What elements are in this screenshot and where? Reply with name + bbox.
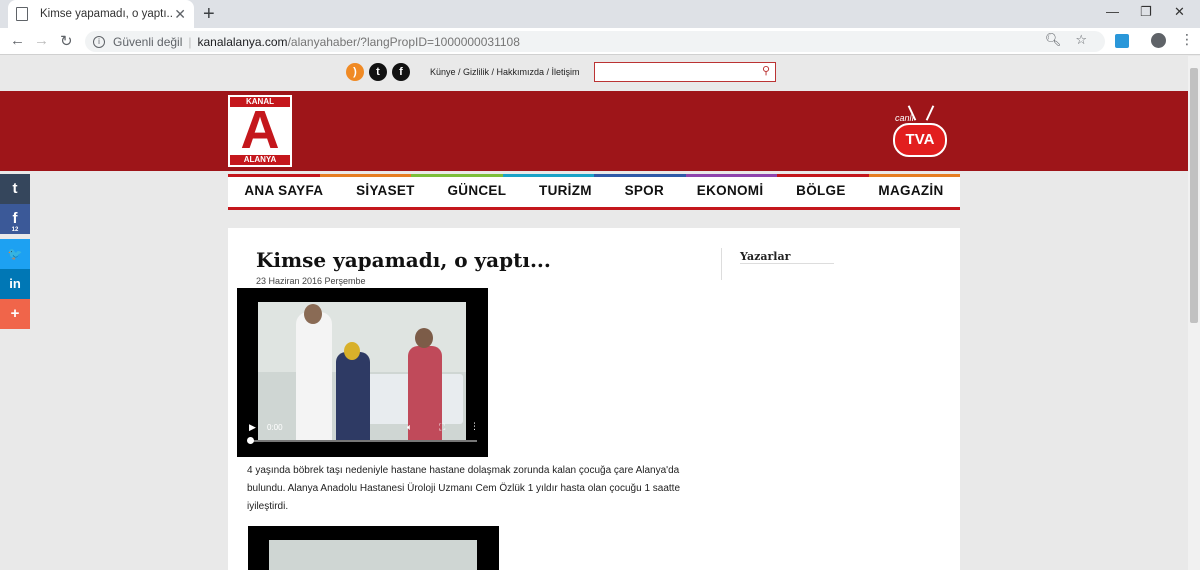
share-facebook-button[interactable]: f 12 [0,204,30,234]
new-tab-icon[interactable]: + [203,3,215,26]
browser-toolbar: ← → ↻ i Güvenli değil | kanalalanya.com … [0,28,1200,55]
page-scrollbar[interactable] [1188,56,1200,570]
logo-kanal: KANAL [230,97,290,107]
star-icon[interactable]: ☆ [1075,32,1087,48]
video-progress-bar[interactable] [249,440,477,442]
tv-label: TVA [893,123,947,157]
video-frame-2 [269,540,477,570]
nav-color-stripe [777,174,869,177]
url-host: kanalalanya.com [197,34,288,49]
web-page: ) t f Künye / Gizlilik / Hakkımızda / İl… [0,56,1188,570]
tab-title: Kimse yapamadı, o yaptı... [40,8,175,20]
video-time: 0:00 [267,423,283,432]
maximize-icon[interactable]: ❐ [1140,4,1152,20]
video-menu-icon[interactable]: ⋮ [470,421,479,432]
fullscreen-icon[interactable]: ⛶ [439,422,445,433]
nav-color-stripe [594,174,686,177]
back-icon[interactable]: ← [10,32,25,49]
security-label: Güvenli değil [113,34,183,49]
nav-color-stripe [411,174,503,177]
site-search-input[interactable]: ⚲ [594,62,776,82]
nav-item[interactable]: EKONOMİ [697,183,764,198]
nav-color-stripe [868,174,960,177]
sidebar-title: Yazarlar [740,250,791,263]
nav-item[interactable]: SPOR [625,183,664,198]
logo-alanya: ALANYA [230,155,290,165]
scrollbar-thumb[interactable] [1190,68,1198,323]
nav-color-stripe [685,174,777,177]
url-separator: | [188,34,192,49]
minimize-icon[interactable]: — [1106,4,1119,19]
page-favicon-icon [16,7,28,21]
info-icon[interactable]: i [93,35,105,48]
facebook-share-count: 12 [11,227,19,233]
video-progress-knob[interactable] [247,437,254,444]
window-close-icon[interactable]: ✕ [1174,4,1185,20]
nav-color-stripe [228,174,320,177]
play-icon[interactable]: ▶ [249,422,256,433]
nav-item[interactable]: SİYASET [356,183,415,198]
rss-icon[interactable]: ) [346,63,364,81]
live-tv-logo[interactable]: TVA canlı [893,105,949,161]
sidebar-divider [721,248,722,280]
nav-color-stripe [319,174,411,177]
logo-letter: A [240,100,280,160]
url-path: /alanyahaber/?langPropID=1000000031108 [287,34,520,49]
article-title: Kimse yapamadı, o yaptı... [256,248,551,272]
zoom-icon[interactable]: 🔍︎ [1045,32,1062,48]
nav-item[interactable]: GÜNCEL [447,183,506,198]
volume-icon[interactable]: 🔈︎ [407,422,412,433]
nav-item[interactable]: TURİZM [539,183,592,198]
video-controls: ▶ 0:00 🔈︎ ⛶ ⋮ [237,413,488,444]
share-twitter-button[interactable]: 🐦 [0,239,30,269]
extension-icon[interactable] [1115,34,1129,48]
article-body: 4 yaşında böbrek taşı nedeniyle hastane … [247,465,681,512]
tab-close-icon[interactable]: ✕ [174,6,186,23]
search-icon[interactable]: ⚲ [762,64,770,77]
article-video-player[interactable]: ▶ 0:00 🔈︎ ⛶ ⋮ [237,288,488,457]
address-bar[interactable]: i Güvenli değil | kanalalanya.com /alany… [85,31,1105,52]
footer-links[interactable]: Künye / Gizlilik / Hakkımızda / İletişim [430,67,580,77]
article-video-player-2[interactable] [248,526,499,570]
nav-color-stripe [502,174,594,177]
nav-item[interactable]: BÖLGE [796,183,846,198]
profile-icon[interactable] [1151,33,1166,48]
facebook-icon[interactable]: f [392,63,410,81]
browser-menu-icon[interactable]: ⋮ [1180,31,1194,48]
share-more-button[interactable]: + [0,299,30,329]
browser-tab[interactable]: Kimse yapamadı, o yaptı... ✕ [8,0,194,28]
forward-icon[interactable]: → [34,32,49,49]
twitter-icon[interactable]: t [369,63,387,81]
share-tumblr-button[interactable]: t [0,174,30,204]
share-linkedin-button[interactable]: in [0,269,30,299]
site-logo[interactable]: A KANAL ALANYA [228,95,292,167]
site-header: A KANAL ALANYA TVA canlı [0,91,1188,171]
browser-tabstrip: Kimse yapamadı, o yaptı... ✕ + — ❐ ✕ [0,0,1200,28]
main-navigation: ANA SAYFA SİYASET GÜNCEL TURİZM SPOR EKONOMİ B… [228,174,960,210]
article-date: 23 Haziran 2016 Perşembe [256,276,366,286]
tv-canli: canlı [895,113,915,123]
antenna-right [925,105,935,121]
sidebar-title-underline [740,263,834,264]
nav-item[interactable]: ANA SAYFA [244,183,323,198]
reload-icon[interactable]: ↻ [60,32,73,50]
nav-item[interactable]: MAGAZİN [878,183,943,198]
article-container: Kimse yapamadı, o yaptı... 23 Haziran 20… [228,228,960,570]
site-top-bar: ) t f Künye / Gizlilik / Hakkımızda / İl… [0,56,1188,91]
